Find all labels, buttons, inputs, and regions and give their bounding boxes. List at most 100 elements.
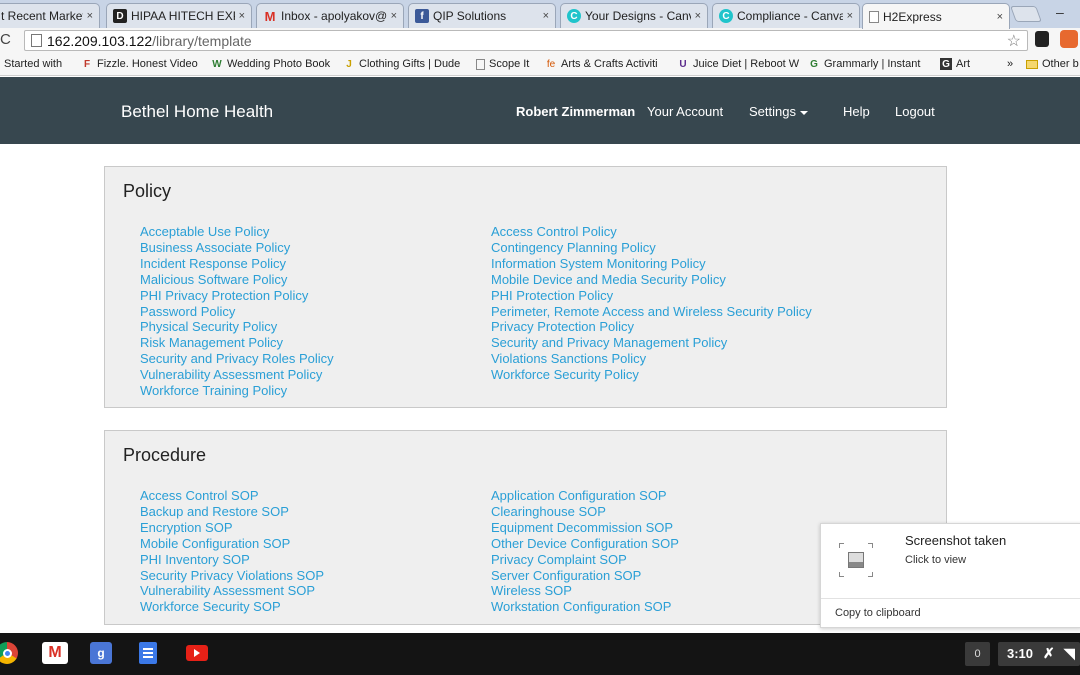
tab-label: t Recent Marketi	[1, 9, 83, 23]
procedure-link[interactable]: Workstation Configuration SOP	[491, 599, 679, 615]
close-icon[interactable]: ×	[543, 10, 549, 22]
bookmark-star-icon[interactable]: ☆	[1007, 31, 1021, 51]
your-account-link[interactable]: Your Account	[647, 104, 723, 119]
tab-hipaa-hitech[interactable]: D HIPAA HITECH EXPF ×	[106, 3, 252, 28]
close-icon[interactable]: ×	[847, 10, 853, 22]
tab-h2express[interactable]: H2Express ×	[862, 3, 1010, 29]
google-search-icon[interactable]: g	[90, 642, 112, 664]
policy-link[interactable]: Password Policy	[140, 304, 334, 320]
new-tab-button[interactable]	[1010, 6, 1042, 22]
procedure-link[interactable]: PHI Inventory SOP	[140, 552, 324, 568]
bookmark-item[interactable]: Scope It	[476, 58, 529, 70]
gmail-icon[interactable]: M	[42, 642, 68, 664]
notification-count-badge[interactable]: 0	[965, 642, 990, 666]
tab-label: Inbox - apolyakov@q	[281, 9, 387, 23]
tab-qip-solutions[interactable]: f QIP Solutions ×	[408, 3, 556, 28]
policy-link[interactable]: Security and Privacy Management Policy	[491, 335, 812, 351]
policy-link[interactable]: Incident Response Policy	[140, 256, 334, 272]
policy-link[interactable]: Violations Sanctions Policy	[491, 351, 812, 367]
policy-link[interactable]: Physical Security Policy	[140, 319, 334, 335]
procedure-link[interactable]: Wireless SOP	[491, 583, 679, 599]
policy-link[interactable]: PHI Protection Policy	[491, 288, 812, 304]
procedure-link[interactable]: Equipment Decommission SOP	[491, 520, 679, 536]
brand-link[interactable]: Bethel Home Health	[121, 102, 273, 122]
system-tray[interactable]: 3:10 ✗ ◥	[998, 642, 1080, 666]
bookmark-label: Fizzle. Honest Video	[97, 58, 198, 70]
procedure-link[interactable]: Privacy Complaint SOP	[491, 552, 679, 568]
settings-dropdown[interactable]: Settings	[749, 104, 808, 119]
close-icon[interactable]: ×	[87, 10, 93, 22]
policy-link[interactable]: Security and Privacy Roles Policy	[140, 351, 334, 367]
bookmark-item[interactable]: G Grammarly | Instant	[808, 58, 920, 70]
art-icon: G	[940, 58, 952, 70]
procedure-link[interactable]: Vulnerability Assessment SOP	[140, 583, 324, 599]
policy-link[interactable]: PHI Privacy Protection Policy	[140, 288, 334, 304]
close-icon[interactable]: ×	[695, 10, 701, 22]
url-text[interactable]: 162.209.103.122/library/template	[47, 33, 252, 49]
bookmark-item[interactable]: F Fizzle. Honest Video	[81, 58, 198, 70]
copy-to-clipboard-button[interactable]: Copy to clipboard	[835, 607, 921, 619]
policy-link[interactable]: Access Control Policy	[491, 224, 812, 240]
policy-link[interactable]: Privacy Protection Policy	[491, 319, 812, 335]
policy-link[interactable]: Vulnerability Assessment Policy	[140, 367, 334, 383]
bookmark-item[interactable]: G Art	[940, 58, 970, 70]
reload-icon[interactable]: C	[0, 31, 11, 48]
bookmark-item[interactable]: W Wedding Photo Book	[211, 58, 330, 70]
policy-link[interactable]: Malicious Software Policy	[140, 272, 334, 288]
procedure-link[interactable]: Other Device Configuration SOP	[491, 536, 679, 552]
procedure-link[interactable]: Clearinghouse SOP	[491, 504, 679, 520]
bookmark-item[interactable]: fe Arts & Crafts Activiti	[545, 58, 658, 70]
tab-gmail-inbox[interactable]: M Inbox - apolyakov@q ×	[256, 3, 404, 28]
bookmark-item[interactable]: U Juice Diet | Reboot W	[677, 58, 799, 70]
docs-icon[interactable]	[139, 642, 157, 664]
policy-link[interactable]: Workforce Security Policy	[491, 367, 812, 383]
owl-extension-icon[interactable]	[1035, 31, 1049, 47]
policy-right-column: Access Control Policy Contingency Planni…	[491, 224, 812, 383]
caret-down-icon	[799, 110, 808, 115]
policy-link[interactable]: Workforce Training Policy	[140, 383, 334, 399]
hipaa-favicon-icon: D	[113, 9, 127, 23]
bookmark-item[interactable]: Started with	[4, 58, 62, 70]
help-link[interactable]: Help	[843, 104, 870, 119]
youtube-icon[interactable]	[186, 645, 208, 661]
policy-link[interactable]: Business Associate Policy	[140, 240, 334, 256]
notification-subtitle[interactable]: Click to view	[905, 554, 966, 566]
policy-link[interactable]: Contingency Planning Policy	[491, 240, 812, 256]
address-bar[interactable]: 162.209.103.122/library/template ☆	[24, 30, 1028, 51]
procedure-link[interactable]: Server Configuration SOP	[491, 568, 679, 584]
procedure-link[interactable]: Mobile Configuration SOP	[140, 536, 324, 552]
policy-link[interactable]: Acceptable Use Policy	[140, 224, 334, 240]
procedure-link[interactable]: Application Configuration SOP	[491, 488, 679, 504]
procedure-link[interactable]: Workforce Security SOP	[140, 599, 324, 615]
tab-canva-designs[interactable]: C Your Designs - Canva ×	[560, 3, 708, 28]
clock: 3:10	[1007, 646, 1034, 661]
camera-extension-icon[interactable]	[1060, 30, 1078, 48]
bookmarks-bar: Started with F Fizzle. Honest Video W Wedd…	[0, 53, 1080, 76]
policy-link[interactable]: Perimeter, Remote Access and Wireless Se…	[491, 304, 812, 320]
screenshot-notification[interactable]: Screenshot taken Click to view Copy to c…	[820, 523, 1080, 628]
procedure-link[interactable]: Encryption SOP	[140, 520, 324, 536]
bookmarks-overflow-button[interactable]: »	[1007, 58, 1013, 70]
tab-canva-compliance[interactable]: C Compliance - Canva ×	[712, 3, 860, 28]
close-icon[interactable]: ×	[391, 10, 397, 22]
divider	[821, 598, 1080, 599]
other-bookmarks-folder[interactable]: Other b	[1026, 58, 1079, 70]
corner-mark	[868, 572, 873, 577]
tab-recent-marketing[interactable]: t Recent Marketi ×	[0, 3, 100, 28]
procedure-link[interactable]: Security Privacy Violations SOP	[140, 568, 324, 584]
close-icon[interactable]: ×	[997, 11, 1003, 23]
policy-link[interactable]: Risk Management Policy	[140, 335, 334, 351]
page-icon	[476, 58, 485, 70]
canva-favicon-icon: C	[719, 9, 733, 23]
logout-link[interactable]: Logout	[895, 104, 935, 119]
bookmark-label: Other b	[1042, 58, 1079, 70]
policy-link[interactable]: Mobile Device and Media Security Policy	[491, 272, 812, 288]
minimize-icon[interactable]: –	[1056, 4, 1064, 20]
bookmark-item[interactable]: J Clothing Gifts | Dude	[343, 58, 460, 70]
procedure-link[interactable]: Access Control SOP	[140, 488, 324, 504]
chrome-icon[interactable]	[0, 642, 18, 664]
policy-link[interactable]: Information System Monitoring Policy	[491, 256, 812, 272]
procedure-link[interactable]: Backup and Restore SOP	[140, 504, 324, 520]
close-icon[interactable]: ×	[239, 10, 245, 22]
user-name: Robert Zimmerman	[516, 104, 636, 119]
